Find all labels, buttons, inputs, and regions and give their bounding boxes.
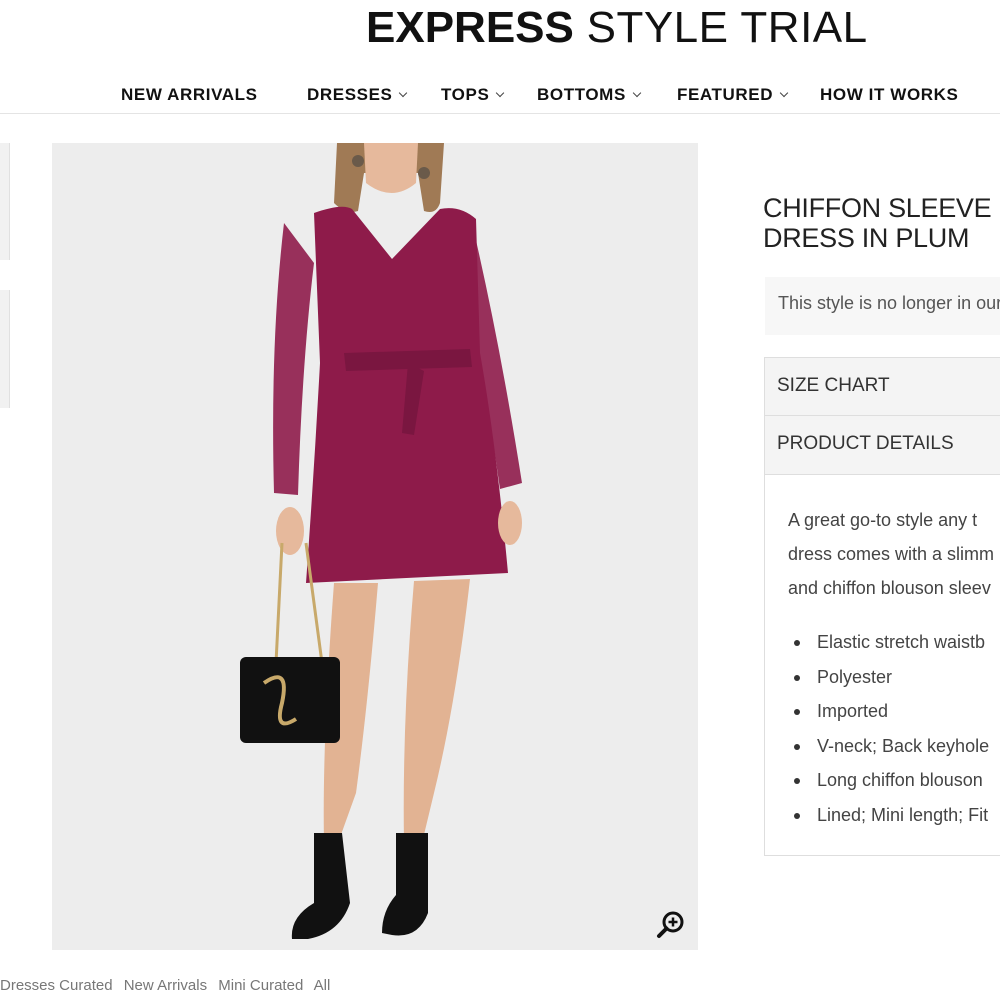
header-divider bbox=[0, 113, 1000, 114]
details-list-item: Lined; Mini length; Fit bbox=[788, 798, 1000, 833]
nav-item-dresses[interactable]: DRESSES bbox=[307, 82, 408, 108]
category-link[interactable]: Mini Curated bbox=[218, 977, 303, 994]
brand-name-bold: EXPRESS bbox=[366, 3, 574, 52]
details-list-item: Elastic stretch waistb bbox=[788, 625, 1000, 660]
nav-label: TOPS bbox=[441, 85, 490, 104]
chevron-down-icon bbox=[632, 88, 642, 98]
nav-item-tops[interactable]: TOPS bbox=[441, 82, 505, 108]
nav-item-how-it-works[interactable]: HOW IT WORKS bbox=[820, 82, 958, 108]
details-list-item: Long chiffon blouson bbox=[788, 763, 1000, 798]
availability-notice: This style is no longer in our bbox=[765, 277, 1000, 335]
product-title-line: CHIFFON SLEEVE bbox=[763, 193, 992, 223]
details-list-item: Polyester bbox=[788, 660, 1000, 695]
nav-label: FEATURED bbox=[677, 85, 774, 104]
product-title-line: DRESS IN PLUM bbox=[763, 223, 970, 253]
category-links: Dresses Curated New Arrivals Mini Curate… bbox=[0, 977, 337, 994]
nav-label: HOW IT WORKS bbox=[820, 85, 959, 104]
size-chart-toggle[interactable]: SIZE CHART bbox=[764, 357, 1000, 416]
nav-item-featured[interactable]: FEATURED bbox=[677, 82, 789, 108]
product-thumbnail[interactable] bbox=[0, 290, 10, 408]
product-thumbnail[interactable] bbox=[0, 143, 10, 260]
brand-logo[interactable]: EXPRESS STYLE TRIAL bbox=[366, 4, 868, 52]
product-image[interactable] bbox=[52, 143, 698, 950]
description-line: A great go-to style any t bbox=[788, 510, 978, 530]
description-line: and chiffon blouson sleev bbox=[788, 578, 991, 598]
nav-label: NEW ARRIVALS bbox=[121, 85, 258, 104]
main-nav: NEW ARRIVALS DRESSES TOPS BOTTOMS FEATUR… bbox=[0, 82, 1000, 110]
category-link[interactable]: All bbox=[314, 977, 331, 994]
product-accordion: SIZE CHART PRODUCT DETAILS A great go-to… bbox=[764, 357, 1000, 856]
nav-label: BOTTOMS bbox=[537, 85, 626, 104]
details-list: Elastic stretch waistb Polyester Importe… bbox=[788, 625, 1000, 832]
details-list-item: V-neck; Back keyhole bbox=[788, 729, 1000, 764]
zoom-in-icon[interactable] bbox=[656, 910, 686, 940]
brand-name-light: STYLE TRIAL bbox=[586, 3, 868, 52]
description-line: dress comes with a slimm bbox=[788, 544, 995, 564]
category-link[interactable]: New Arrivals bbox=[124, 977, 207, 994]
chevron-down-icon bbox=[779, 88, 789, 98]
details-list-item: Imported bbox=[788, 694, 1000, 729]
category-link[interactable]: Dresses Curated bbox=[0, 977, 113, 994]
chevron-down-icon bbox=[496, 88, 505, 98]
product-title: CHIFFON SLEEVE DRESS IN PLUM bbox=[763, 193, 1000, 253]
product-details-toggle[interactable]: PRODUCT DETAILS bbox=[764, 416, 1000, 475]
nav-item-bottoms[interactable]: BOTTOMS bbox=[537, 82, 642, 108]
product-details-panel: A great go-to style any t dress comes wi… bbox=[764, 475, 1000, 856]
chevron-down-icon bbox=[399, 88, 408, 98]
product-photo bbox=[52, 143, 698, 950]
nav-item-new-arrivals[interactable]: NEW ARRIVALS bbox=[121, 82, 258, 108]
nav-label: DRESSES bbox=[307, 85, 393, 104]
